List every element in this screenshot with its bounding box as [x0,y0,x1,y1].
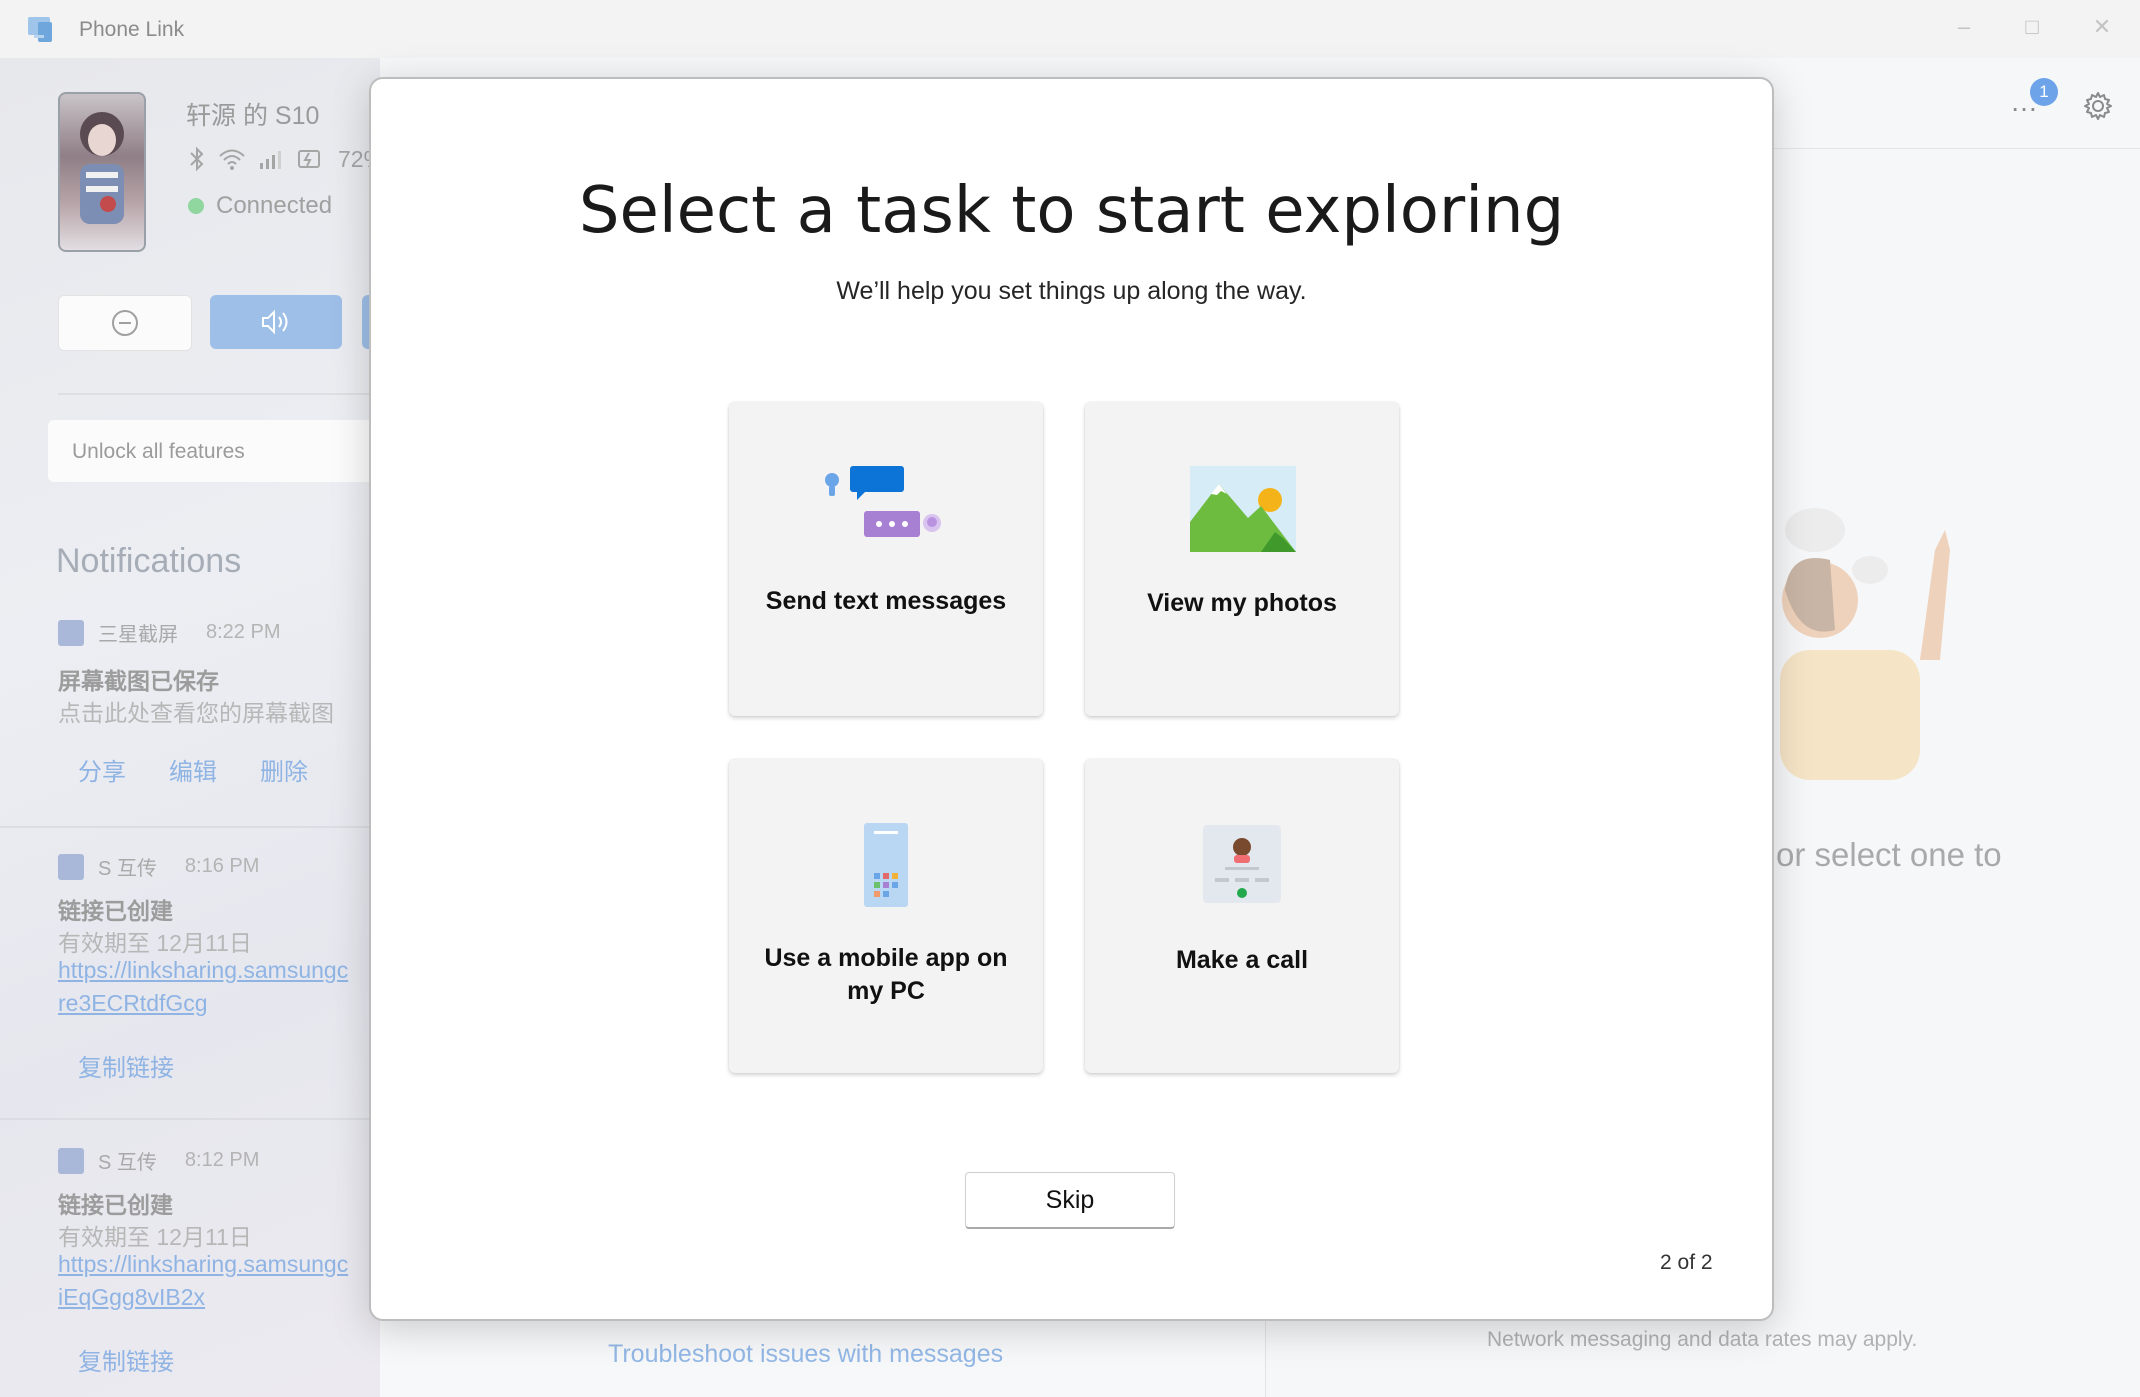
speaker-icon [262,309,288,335]
copy-link-action[interactable]: 复制链接 [78,1048,174,1083]
device-status-row: 72% [188,144,384,174]
unlock-all-features-banner[interactable]: Unlock all features [48,420,380,482]
make-a-call-card[interactable]: Make a call [1085,759,1399,1073]
notification-time: 8:12 PM [184,1149,260,1171]
troubleshoot-link[interactable]: Troubleshoot issues with messages [608,1340,1003,1369]
notification-time: 8:16 PM [184,855,260,877]
send-text-messages-card[interactable]: Send text messages [729,402,1043,716]
notification-app-name: S 互传 [98,858,157,880]
notification-body: 有效期至 12月11日 [58,930,252,956]
onboarding-task-dialog: Select a task to start exploring We’ll h… [369,77,1774,1321]
battery-saver-icon [298,150,320,168]
notification-link[interactable]: https://linksharing.samsungc [58,957,348,984]
do-not-disturb-icon [112,310,138,336]
card-label: Send text messages [765,587,1007,615]
minimize-button[interactable]: – [1944,12,1984,42]
notification-time: 8:22 PM [206,621,281,643]
skip-button[interactable]: Skip [965,1172,1175,1229]
notification-link-continued[interactable]: iEqGgg8vIB2x [58,1284,205,1311]
person-waving-illustration [1780,508,1950,780]
phone-wallpaper-thumbnail[interactable] [58,92,146,252]
notification-title: 屏幕截图已保存 [58,668,219,694]
unlock-label: Unlock all features [72,440,245,463]
call-icon [1203,825,1281,903]
dialog-title: Select a task to start exploring [578,174,1565,248]
messages-icon [825,466,941,537]
card-label: View my photos [1147,589,1337,617]
use-mobile-app-card[interactable]: Use a mobile app on my PC [729,759,1043,1073]
notifications-heading: Notifications [56,542,242,580]
notification-badge: 1 [2030,78,2058,106]
notification-separator [0,1118,380,1120]
notification-app-name: S 互传 [98,1152,157,1174]
app-icon [58,1147,84,1174]
left-pane: 轩源 的 S10 72% Connected Unlock all featur… [0,58,384,1397]
device-name: 轩源 的 S10 [186,102,320,130]
edit-action-link[interactable]: 编辑 [169,752,217,787]
app-icon [58,619,84,646]
page-indicator: 2 of 2 [1660,1251,1713,1274]
connection-label: Connected [216,192,333,219]
phone-link-window: Phone Link – □ ✕ 轩源 的 S10 72% Connected … [0,0,2140,1397]
delete-action-link[interactable]: 删除 [260,752,308,787]
window-title: Phone Link [79,18,185,41]
do-not-disturb-button[interactable] [58,295,192,351]
notification-app-name: 三星截屏 [98,624,178,646]
phone-link-app-icon [28,17,52,42]
title-bar: Phone Link – □ ✕ [0,0,2140,58]
share-action-link[interactable]: 分享 [78,752,126,787]
notification-body: 有效期至 12月11日 [58,1224,252,1250]
card-label: Use a mobile app on my PC [764,944,1008,1005]
connection-status: Connected [188,192,332,220]
notification-app-row: 三星截屏 8:22 PM [58,618,280,647]
notification-title: 链接已创建 [58,898,173,924]
maximize-button[interactable]: □ [2012,12,2052,42]
settings-gear-icon[interactable] [2082,90,2114,122]
photos-icon [1190,466,1296,552]
wifi-icon [219,149,245,170]
app-icon [58,853,84,880]
select-conversation-hint: or select one to [1776,836,2002,873]
notification-title: 链接已创建 [58,1192,173,1218]
dialog-subtitle: We’ll help you set things up along the w… [836,277,1307,305]
notification-link[interactable]: https://linksharing.samsungc [58,1251,348,1278]
notification-body: 点击此处查看您的屏幕截图 [58,700,334,726]
notification-app-row: S 互传 8:16 PM [58,852,259,881]
copy-link-action[interactable]: 复制链接 [78,1342,174,1377]
notification-app-row: S 互传 8:12 PM [58,1146,259,1175]
notification-separator [0,826,380,828]
signal-icon [260,151,281,169]
notification-link-continued[interactable]: re3ECRtdfGcg [58,990,208,1017]
connected-dot-icon [188,198,204,214]
bluetooth-icon [190,146,204,172]
wallpaper-art [80,112,124,224]
network-note: Network messaging and data rates may app… [1487,1328,1918,1351]
close-button[interactable]: ✕ [2082,12,2122,42]
divider [58,393,380,395]
audio-button[interactable] [210,295,342,349]
mobile-apps-icon [864,823,908,907]
view-my-photos-card[interactable]: View my photos [1085,402,1399,716]
card-label: Make a call [1175,946,1309,974]
